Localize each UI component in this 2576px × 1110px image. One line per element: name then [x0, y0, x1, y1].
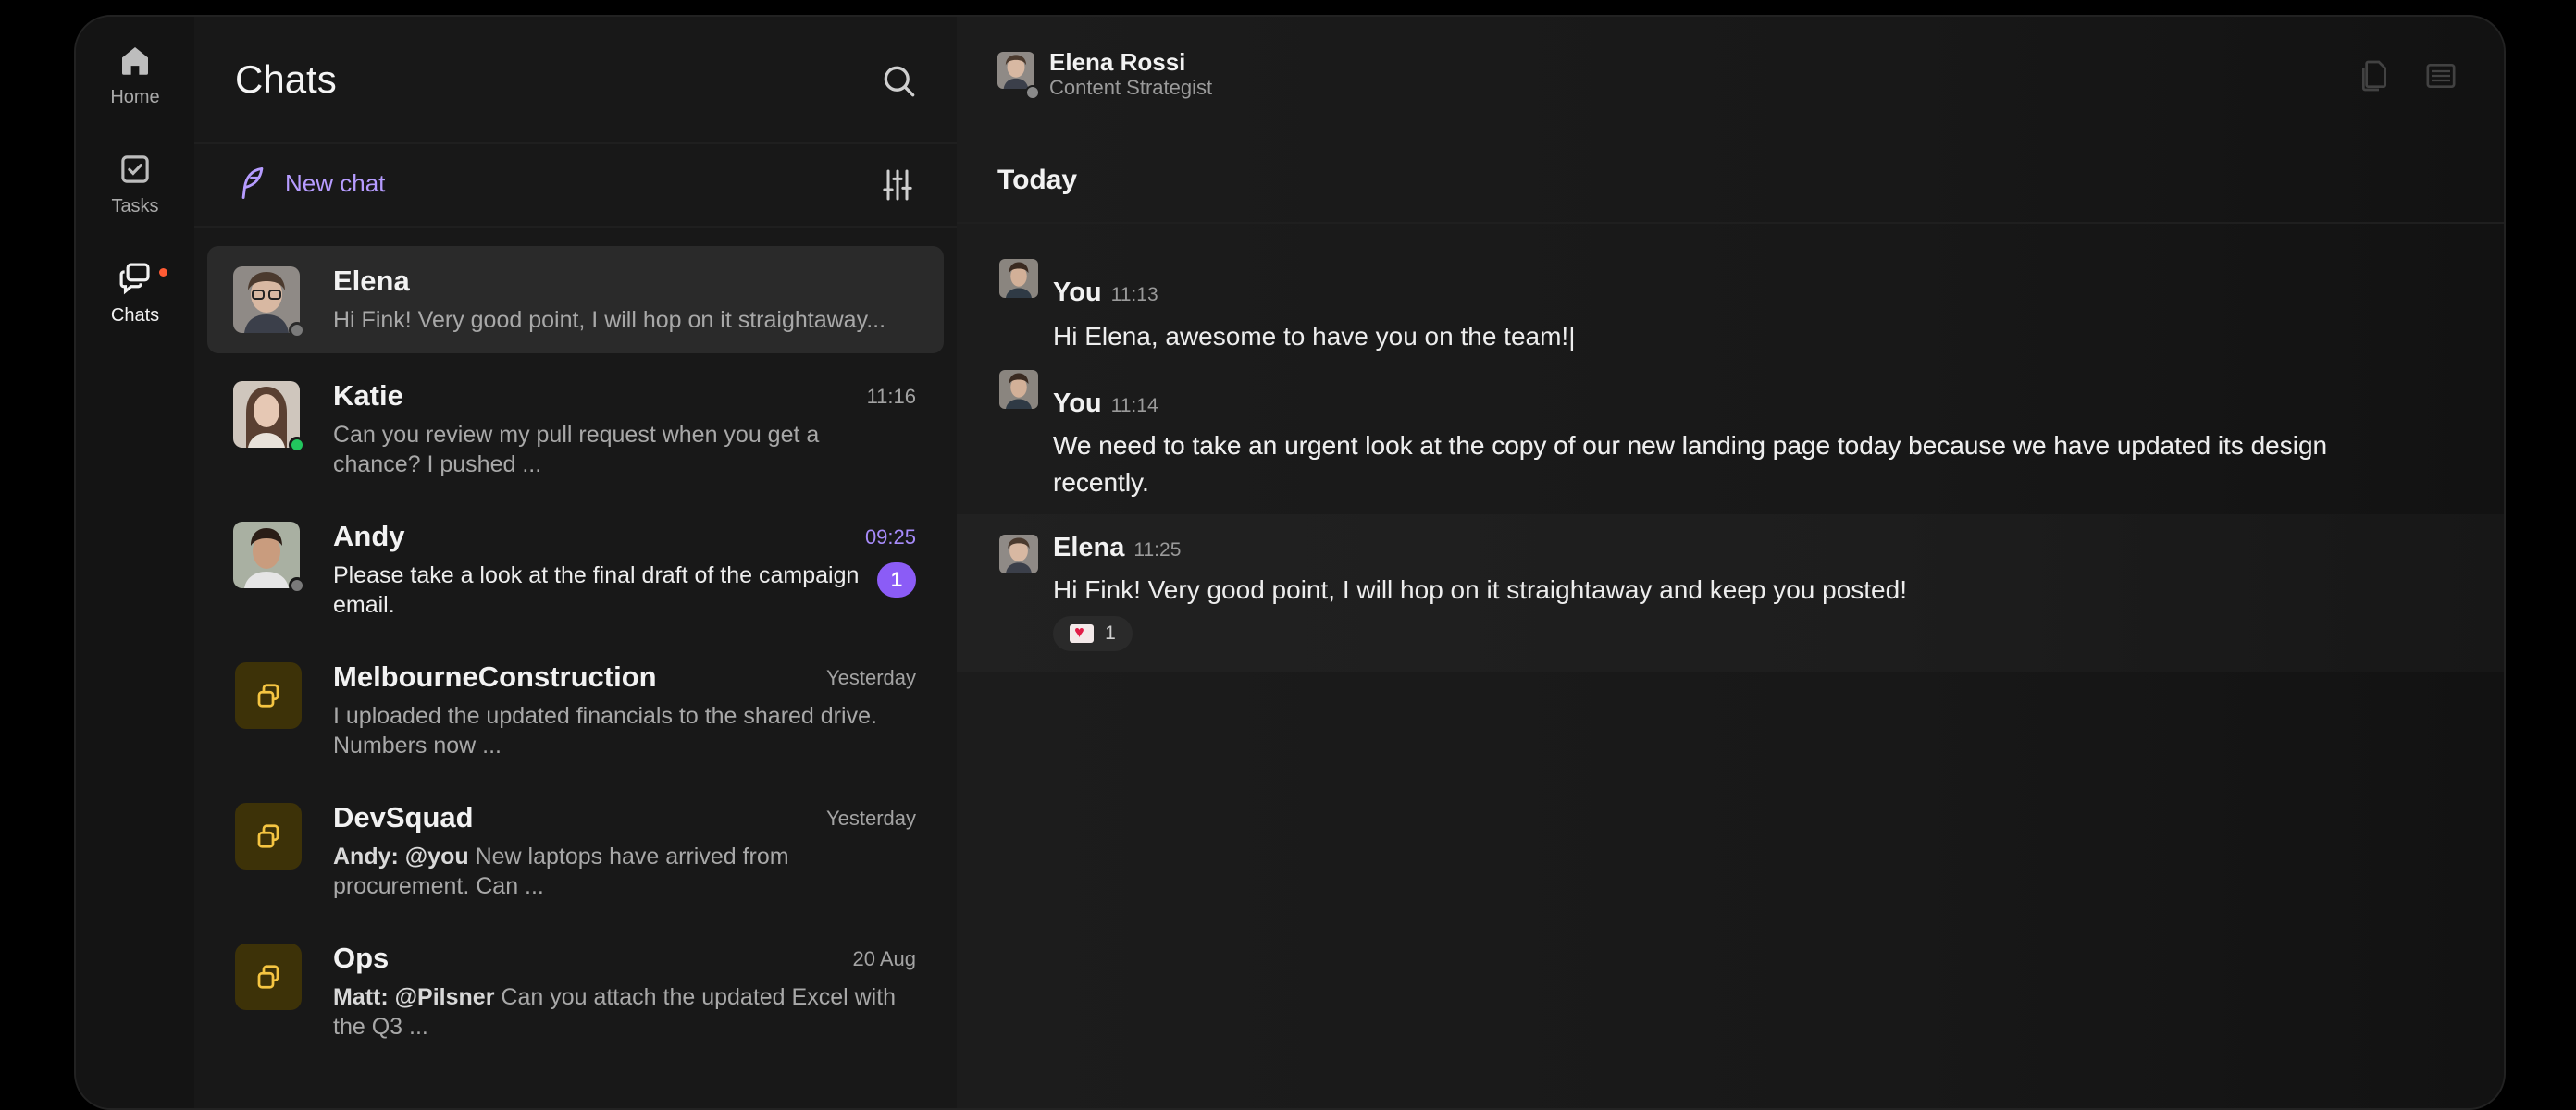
group-avatar: [235, 944, 302, 1010]
preview-mention: @Pilsner: [394, 984, 495, 1010]
chat-list-title: Chats: [235, 57, 337, 101]
chat-item-devsquad[interactable]: DevSquad Yesterday Andy: @you New laptop…: [207, 783, 944, 899]
nav-home[interactable]: Home: [76, 41, 194, 130]
reaction-chip[interactable]: 1: [1053, 616, 1133, 651]
message-time: 11:13: [1110, 284, 1158, 305]
divider: [957, 222, 2504, 224]
details-panel-icon[interactable]: [2422, 57, 2459, 94]
reaction-count: 1: [1105, 623, 1116, 644]
feather-icon: [242, 167, 264, 199]
chat-item-time: Yesterday: [825, 807, 916, 830]
message-text: We need to take an urgent look at the co…: [1053, 427, 2422, 501]
message-sender: You: [1053, 278, 1102, 307]
chat-item-preview: Andy: @you New laptops have arrived from…: [333, 842, 907, 901]
message-header: You 11:14: [1053, 388, 1158, 419]
chat-item-ops[interactable]: Ops 20 Aug Matt: @Pilsner Can you attach…: [207, 923, 944, 1040]
home-icon: [122, 47, 148, 75]
chat-list-header: Chats: [194, 17, 957, 144]
contact-name: Elena Rossi: [1049, 48, 1186, 76]
message: Elena 11:25 Hi Fink! Very good point, I w…: [957, 514, 2504, 672]
chat-item-preview: Hi Fink! Very good point, I will hop on …: [333, 307, 886, 333]
status-indicator-online: [289, 437, 305, 453]
status-indicator-offline: [289, 322, 305, 339]
group-avatar: [235, 662, 302, 729]
chat-item-name: Ops: [333, 942, 390, 974]
conversation-header: Elena Rossi Content Strategist: [957, 17, 2504, 100]
chat-item-name: Andy: [333, 520, 405, 552]
chat-item-preview: Can you review my pull request when you …: [333, 422, 820, 477]
chat-item-andy[interactable]: Andy 09:25 1 Please take a look at the f…: [207, 501, 944, 618]
day-separator-label: Today: [997, 165, 1078, 195]
chats-notification-dot: [159, 268, 167, 277]
preview-sender: Andy:: [333, 844, 399, 870]
sender-avatar: [999, 259, 1038, 298]
message-sender: Elena: [1053, 533, 1125, 562]
nav-tasks-label: Tasks: [111, 196, 159, 216]
group-chat-icon: [257, 684, 279, 708]
preview-sender: Matt:: [333, 984, 389, 1010]
contact-avatar[interactable]: [997, 52, 1034, 89]
conversation-panel: Elena Rossi Content Strategist Today You…: [957, 17, 2504, 1108]
preview-text: New laptops have arrived from procuremen…: [333, 844, 789, 899]
nav-chats[interactable]: Chats: [76, 259, 194, 348]
files-icon[interactable]: [2356, 57, 2393, 94]
group-chat-icon: [257, 824, 279, 848]
status-indicator-offline: [1025, 85, 1040, 100]
new-chat-row: New chat: [194, 144, 957, 228]
avatar: [233, 266, 300, 333]
status-indicator-offline: [289, 577, 305, 594]
chats-icon: [119, 263, 150, 295]
chat-item-time: Yesterday: [825, 666, 916, 689]
message-sender: You: [1053, 388, 1102, 418]
message-time: 11:25: [1133, 539, 1182, 561]
contact-role: Content Strategist: [1049, 76, 1213, 99]
new-chat-button[interactable]: New chat: [237, 165, 385, 202]
group-avatar: [235, 803, 302, 870]
nav-rail: Home Tasks Chats: [76, 17, 194, 1108]
chat-item-time: 09:25: [864, 525, 916, 549]
chat-list-panel: Chats New chat Elena Hi Fink! Very good …: [194, 17, 957, 1108]
message-header: You 11:13: [1053, 278, 1158, 308]
message-text: Hi Fink! Very good point, I will hop on …: [1053, 575, 1907, 604]
chat-item-melbourneconstruction[interactable]: MelbourneConstruction Yesterday I upload…: [207, 642, 944, 758]
tasks-icon: [121, 155, 149, 183]
chat-item-preview: Matt: @Pilsner Can you attach the update…: [333, 982, 907, 1042]
search-icon[interactable]: [879, 61, 920, 102]
chat-item-time: 11:16: [866, 385, 916, 408]
new-chat-label: New chat: [285, 168, 386, 197]
filter-sliders-icon[interactable]: [879, 166, 916, 204]
chat-item-name: DevSquad: [333, 801, 474, 833]
chat-item-katie[interactable]: Katie 11:16 Can you review my pull reque…: [207, 361, 944, 477]
nav-chats-label: Chats: [110, 305, 160, 326]
message-header: Elena 11:25: [1053, 533, 1181, 563]
chat-item-name: MelbourneConstruction: [333, 660, 657, 693]
chat-item-elena[interactable]: Elena Hi Fink! Very good point, I will h…: [207, 246, 944, 353]
group-chat-icon: [257, 965, 279, 989]
chat-item-name: Elena: [333, 265, 410, 297]
chat-item-preview: I uploaded the updated financials to the…: [333, 703, 877, 758]
sender-avatar: [999, 535, 1038, 574]
message-text: Hi Elena, awesome to have you on the tea…: [1053, 322, 1576, 351]
nav-tasks[interactable]: Tasks: [76, 150, 194, 239]
app-window: Home Tasks Chats Chats New chat Elena Hi…: [74, 15, 2506, 1110]
message-time: 11:14: [1110, 395, 1158, 416]
heart-letter-icon: [1070, 623, 1095, 643]
avatar: [233, 381, 300, 448]
chat-item-time: 20 Aug: [852, 947, 916, 970]
chat-item-name: Katie: [333, 379, 403, 412]
sender-avatar: [999, 370, 1038, 409]
nav-home-label: Home: [110, 87, 160, 107]
chat-item-preview: Please take a look at the final draft of…: [333, 562, 860, 618]
avatar: [233, 522, 300, 588]
preview-mention: @you: [404, 844, 469, 870]
